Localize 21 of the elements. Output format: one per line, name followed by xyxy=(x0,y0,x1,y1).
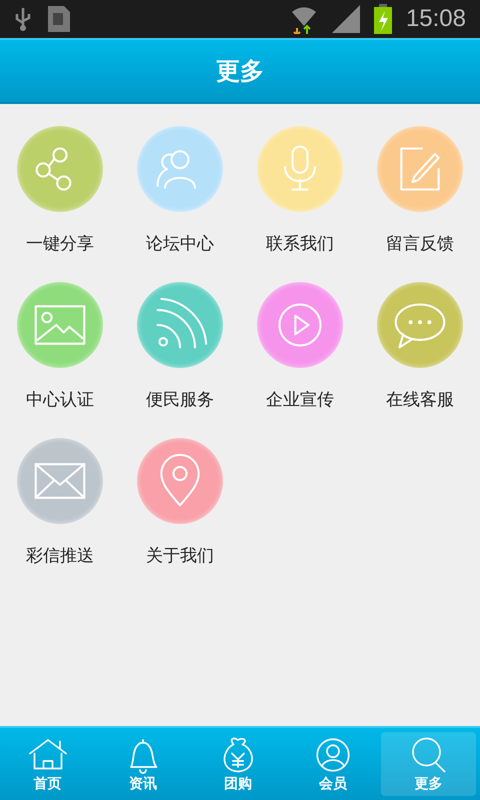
usb-icon xyxy=(14,6,32,32)
menu-tile-label: 企业宣传 xyxy=(266,389,334,411)
menu-tile-label: 在线客服 xyxy=(386,389,454,411)
tab[interactable]: 更多 xyxy=(380,732,476,796)
tab[interactable]: 首页 xyxy=(0,732,96,796)
status-time: 15:08 xyxy=(406,5,466,33)
menu-tile-label: 中心认证 xyxy=(26,389,94,411)
sim-card-icon xyxy=(46,4,72,34)
tab[interactable]: 会员 xyxy=(286,732,381,796)
menu-tile-label: 便民服务 xyxy=(146,389,214,411)
menu-tile-label: 彩信推送 xyxy=(26,545,94,567)
battery-icon xyxy=(374,4,392,34)
signal-icon xyxy=(332,5,360,33)
menu-tile-label: 关于我们 xyxy=(146,545,214,567)
menu-tile-label: 留言反馈 xyxy=(386,233,454,255)
page-title: 更多 xyxy=(216,56,264,87)
tab[interactable]: 资讯 xyxy=(95,732,190,796)
menu-tile-label: 一键分享 xyxy=(26,233,94,255)
tab[interactable]: 团购 xyxy=(190,732,286,796)
menu-tile-label: 论坛中心 xyxy=(146,233,214,255)
menu-tile-label: 联系我们 xyxy=(266,233,334,255)
